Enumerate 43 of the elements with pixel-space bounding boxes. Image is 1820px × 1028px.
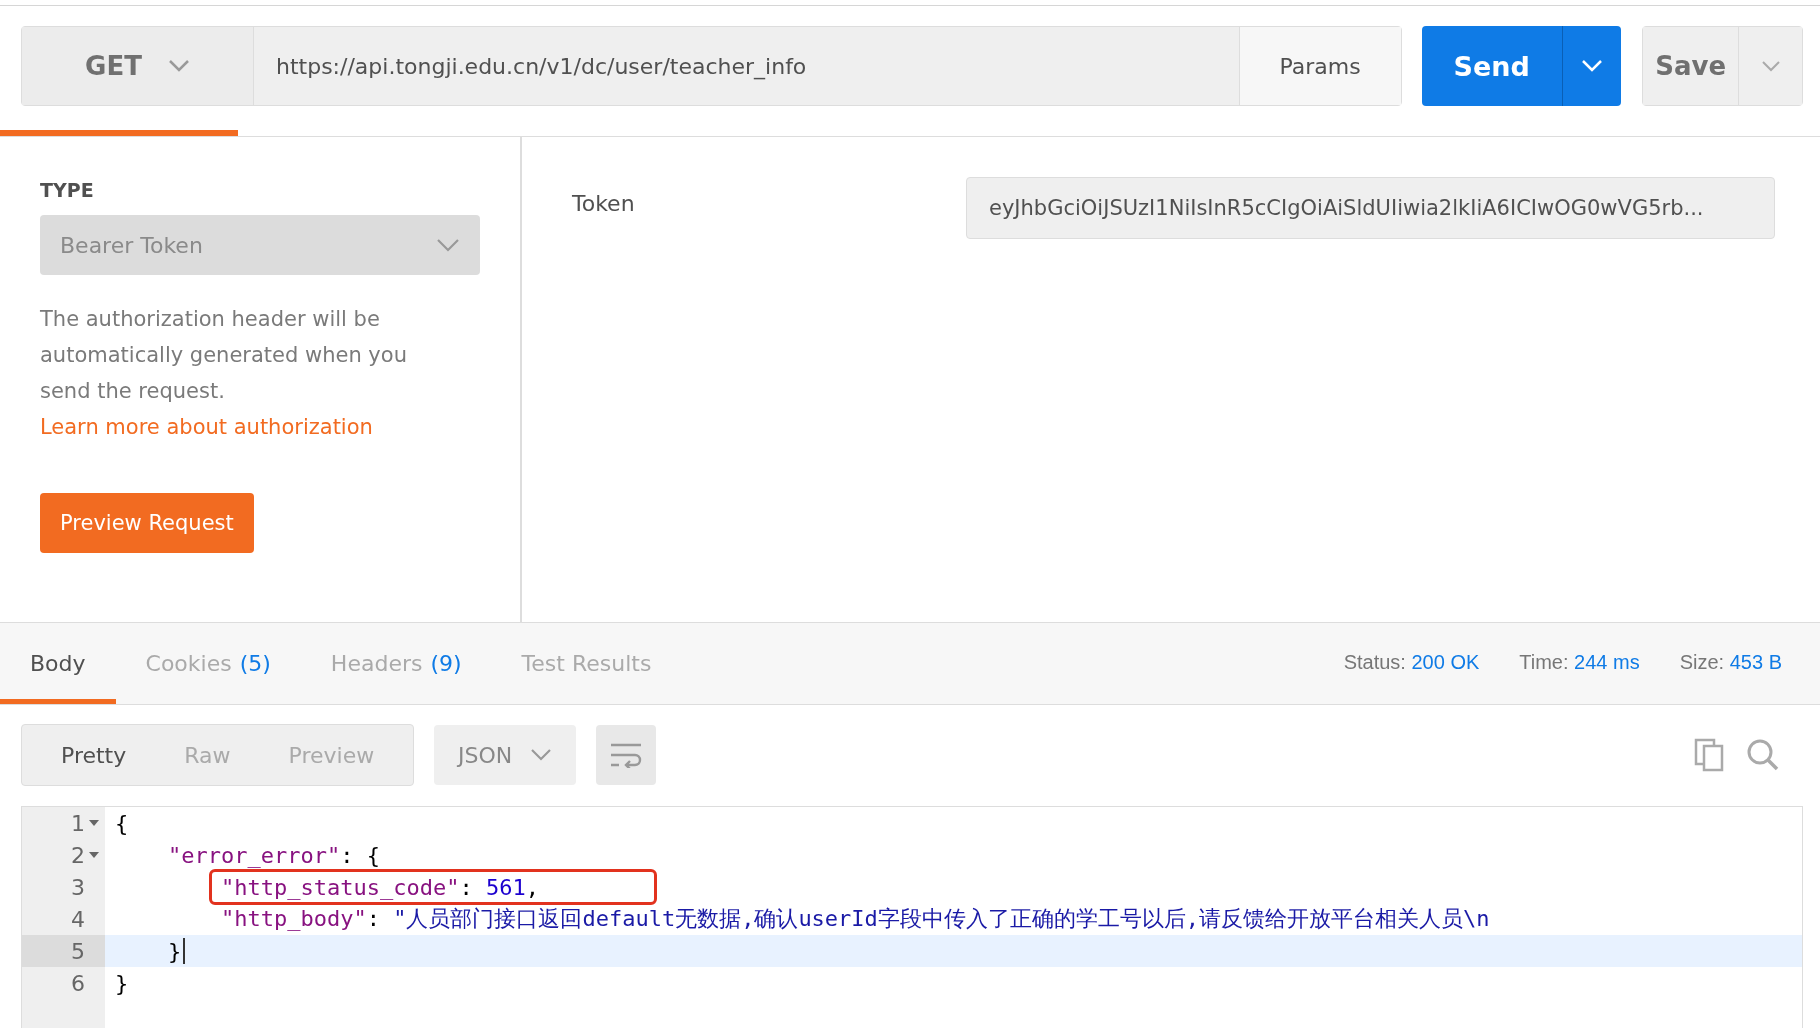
code-line: "http_status_code": 561, (220, 874, 539, 900)
token-label: Token (572, 191, 636, 216)
code-line: "error_error": { (168, 842, 380, 868)
auth-description: The authorization header will be automatically generated when you send the request. Learn more about authorization (40, 306, 408, 441)
response-tab[interactable]: Test Results (491, 623, 682, 704)
chevron-down-icon (436, 238, 460, 252)
preview-request-button[interactable]: Preview Request (40, 493, 254, 553)
search-icon[interactable] (1746, 738, 1780, 772)
response-meta: Status: 200 OK (1343, 651, 1480, 675)
auth-type-dropdown[interactable]: Bearer Token (40, 215, 480, 275)
view-mode-tab[interactable]: Raw (155, 725, 260, 785)
response-tab[interactable]: Cookies (5) (115, 623, 301, 704)
line-number: 4 (71, 906, 85, 932)
line-number: 5 (71, 938, 85, 964)
copy-icon[interactable] (1694, 738, 1726, 772)
line-number: 6 (71, 970, 85, 996)
token-field[interactable]: eyJhbGciOiJSUzI1NiIsInR5cCIgOiAiSldUIiwia2lkIiA6ICIwOG0wVG5rb... (966, 177, 1775, 239)
fold-arrow-icon[interactable] (89, 851, 99, 859)
code-line: } (168, 938, 182, 964)
chevron-down-icon (1580, 59, 1603, 73)
send-options-button[interactable] (1562, 26, 1622, 106)
response-tab[interactable]: Headers (9) (300, 623, 492, 704)
fold-arrow-icon[interactable] (89, 819, 99, 827)
response-meta: Size: 453 B (1679, 651, 1782, 675)
view-mode-tab[interactable]: Preview (259, 725, 404, 785)
chevron-down-icon (1760, 60, 1781, 72)
chevron-down-icon (530, 748, 553, 762)
send-button[interactable]: Send (1421, 26, 1563, 106)
save-button[interactable]: Save (1643, 27, 1740, 105)
line-number: 1 (71, 810, 85, 836)
line-number: 2 (71, 842, 85, 868)
wrap-button[interactable] (596, 725, 657, 785)
wrap-lines-icon (609, 742, 644, 768)
code-line: "http_body": "人员部门接口返回default无数据,确认userId字段中传入了正确的学工号以后,请反馈给开放平台相关人员\n (220, 906, 1490, 931)
learn-more-link[interactable]: Learn more about authorization (40, 415, 373, 439)
code-line: } (115, 970, 129, 996)
type-label: TYPE (40, 179, 94, 201)
response-tab[interactable]: Body (0, 623, 116, 704)
view-mode-tab[interactable]: Pretty (32, 725, 156, 785)
response-meta: Time: 244 ms (1519, 651, 1640, 675)
format-dropdown[interactable]: JSON (434, 725, 577, 785)
line-number: 3 (71, 874, 85, 900)
code-line: { (115, 810, 129, 836)
